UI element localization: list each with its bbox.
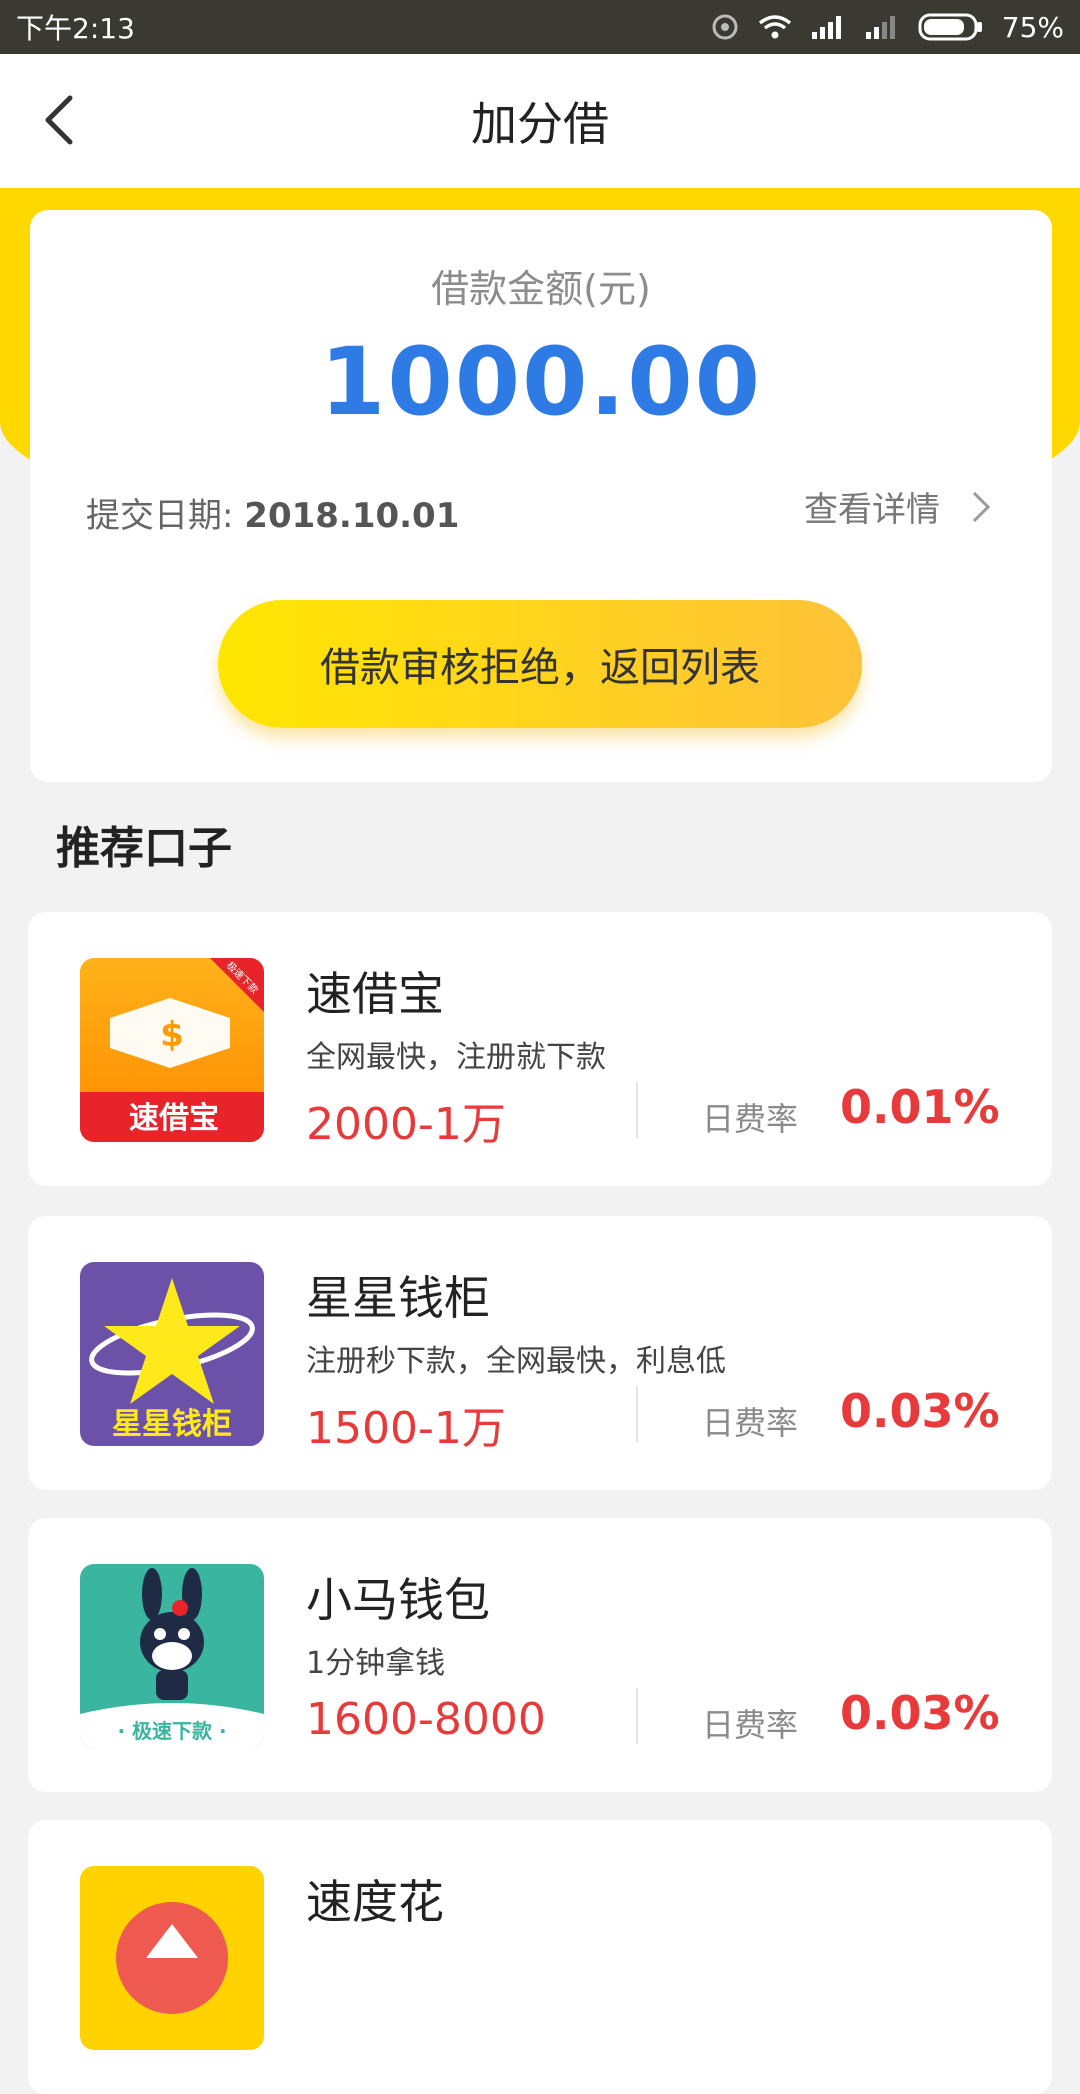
back-button[interactable] <box>28 88 92 152</box>
signal-2-icon <box>864 14 900 40</box>
amount-label: 借款金额(元) <box>431 267 651 311</box>
product-card[interactable]: $ 速借宝 极速下款 速借宝 全网最快，注册就下款 2000-1万 日费率 0.… <box>28 912 1052 1186</box>
product-desc: 注册秒下款，全网最快，利息低 <box>306 1344 726 1379</box>
view-details-link[interactable]: 查看详情 <box>804 482 992 531</box>
loan-range: 1600-8000 <box>306 1694 546 1745</box>
section-title: 推荐口子 <box>56 823 232 874</box>
product-card[interactable]: 星星钱柜 星星钱柜 注册秒下款，全网最快，利息低 1500-1万 日费率 0.0… <box>28 1216 1052 1490</box>
date-label: 提交日期: <box>86 496 234 536</box>
chevron-right-icon <box>972 491 991 522</box>
status-icons: 75% <box>710 11 1064 44</box>
svg-text:星星钱柜: 星星钱柜 <box>112 1407 232 1442</box>
product-card[interactable]: · 极速下款 · 小马钱包 1分钟拿钱 1600-8000 日费率 0.03% <box>28 1518 1052 1792</box>
product-name: 速借宝 <box>306 967 444 1021</box>
svg-text:$: $ <box>160 1015 184 1055</box>
daily-rate-label: 日费率 <box>702 1404 799 1442</box>
signal-icon <box>810 14 846 40</box>
submit-date-row: 提交日期: 2018.10.01 <box>86 488 459 537</box>
hotspot-icon <box>710 12 740 42</box>
battery-percent: 75% <box>1001 10 1064 44</box>
product-name: 速度花 <box>306 1875 444 1929</box>
chevron-left-icon <box>45 95 73 145</box>
divider <box>636 1386 638 1442</box>
sujiebao-app-icon: $ 速借宝 极速下款 <box>80 958 264 1142</box>
svg-text:· 极速下款 ·: · 极速下款 · <box>117 1719 226 1743</box>
wifi-icon <box>758 14 792 40</box>
page-title: 加分借 <box>471 97 609 151</box>
product-desc: 全网最快，注册就下款 <box>306 1040 606 1075</box>
loan-amount: 1000.00 <box>319 328 763 437</box>
daily-rate-label: 日费率 <box>702 1100 799 1138</box>
daily-rate-label: 日费率 <box>702 1706 799 1744</box>
return-to-list-button[interactable]: 借款审核拒绝，返回列表 <box>218 600 862 728</box>
loan-range: 2000-1万 <box>306 1099 506 1150</box>
nav-bar: 加分借 <box>0 54 1080 188</box>
product-name: 小马钱包 <box>306 1573 490 1627</box>
daily-rate: 0.03% <box>840 1686 1000 1740</box>
submit-date: 2018.10.01 <box>244 496 460 536</box>
product-desc: 1分钟拿钱 <box>306 1646 446 1681</box>
sudu-app-icon <box>80 1866 264 2050</box>
product-card[interactable]: 速度花 <box>28 1820 1052 2094</box>
loan-summary-card: 借款金额(元) 1000.00 提交日期: 2018.10.01 查看详情 借款… <box>30 210 1052 782</box>
view-details-label: 查看详情 <box>804 490 940 530</box>
loan-range: 1500-1万 <box>306 1403 506 1454</box>
status-time: 下午2:13 <box>16 12 135 45</box>
divider <box>636 1688 638 1744</box>
xiaoma-app-icon: · 极速下款 · <box>80 1564 264 1748</box>
daily-rate: 0.01% <box>840 1080 1000 1134</box>
svg-text:速借宝: 速借宝 <box>129 1101 219 1136</box>
battery-icon <box>918 12 984 42</box>
daily-rate: 0.03% <box>840 1384 1000 1438</box>
divider <box>636 1082 638 1138</box>
product-name: 星星钱柜 <box>306 1271 490 1325</box>
status-bar: 下午2:13 75% <box>0 0 1080 54</box>
xingxing-app-icon: 星星钱柜 <box>80 1262 264 1446</box>
